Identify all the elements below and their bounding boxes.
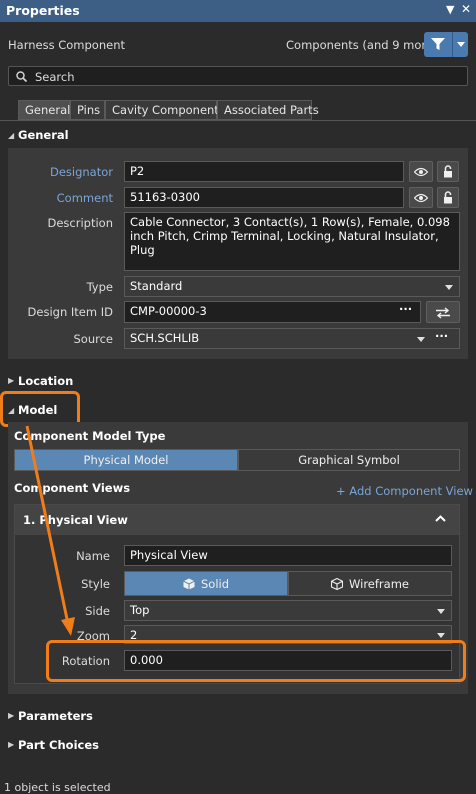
eye-icon	[413, 167, 429, 177]
solid-cube-icon	[183, 578, 195, 590]
type-select[interactable]: Standard	[124, 276, 460, 297]
design-item-label: Design Item ID	[27, 305, 113, 319]
graphical-symbol-toggle[interactable]: Graphical Symbol	[238, 449, 460, 471]
lock-icon	[444, 191, 452, 204]
physical-view-title: 1. Physical View	[23, 513, 128, 527]
chevron-down-icon	[437, 633, 445, 638]
chevron-down-icon	[445, 285, 453, 290]
section-parameters-heading[interactable]: Parameters	[18, 709, 93, 723]
comment-label: Comment	[56, 191, 113, 205]
tab-pins[interactable]: Pins	[70, 100, 105, 120]
filter-button[interactable]	[424, 32, 452, 57]
close-icon[interactable]: ✕	[461, 2, 471, 16]
comment-visibility-button[interactable]	[409, 187, 433, 208]
component-model-type-heading: Component Model Type	[14, 429, 166, 443]
physical-model-toggle[interactable]: Physical Model	[14, 449, 238, 471]
description-label: Description	[47, 216, 114, 230]
funnel-icon	[431, 38, 445, 50]
swap-design-item-button[interactable]	[426, 301, 460, 323]
design-item-field[interactable]: CMP-00000-3 ···	[124, 301, 421, 323]
add-component-view-link[interactable]: + Add Component View	[336, 484, 473, 498]
comment-lock-button[interactable]	[437, 187, 459, 208]
lock-icon	[444, 165, 452, 178]
tab-associated-parts[interactable]: Associated Parts	[217, 100, 319, 120]
designator-field[interactable]: P2	[124, 161, 404, 182]
design-item-value: CMP-00000-3	[130, 304, 207, 318]
chevron-down-icon	[437, 609, 445, 614]
tab-cavity-components[interactable]: Cavity Components	[105, 100, 225, 120]
designator-label: Designator	[49, 165, 113, 179]
component-kind: Harness Component	[8, 38, 125, 52]
rotation-highlight-box	[46, 640, 466, 682]
ellipsis-icon[interactable]: ···	[435, 329, 448, 343]
side-select[interactable]: Top	[124, 600, 452, 621]
expand-triangle-icon[interactable]: ▶	[8, 376, 14, 385]
comment-field[interactable]: 51163-0300	[124, 187, 404, 208]
designator-visibility-button[interactable]	[409, 161, 433, 182]
style-solid-toggle[interactable]: Solid	[124, 571, 288, 596]
status-text: 1 object is selected	[4, 781, 111, 794]
panel-title: Properties	[6, 3, 80, 18]
side-value: Top	[130, 603, 150, 617]
search-icon	[16, 71, 27, 82]
source-value: SCH.SCHLIB	[130, 331, 200, 345]
section-part-choices-heading[interactable]: Part Choices	[18, 738, 99, 752]
description-field[interactable]: Cable Connector, 3 Contact(s), 1 Row(s),…	[124, 212, 460, 271]
panel-titlebar: Properties ▼ ✕	[0, 0, 476, 22]
source-select[interactable]: SCH.SCHLIB ···	[124, 328, 460, 349]
chevron-down-icon	[457, 42, 465, 47]
swap-arrows-icon	[436, 307, 450, 319]
type-value: Standard	[130, 279, 183, 293]
style-wireframe-label: Wireframe	[349, 577, 409, 591]
ellipsis-icon[interactable]: ···	[399, 302, 412, 316]
style-label: Style	[81, 577, 110, 591]
search-box[interactable]	[8, 66, 468, 86]
eye-icon	[413, 193, 429, 203]
section-general-heading[interactable]: General	[18, 128, 69, 142]
tab-divider	[0, 120, 476, 121]
physical-view-card-header[interactable]: 1. Physical View	[15, 505, 459, 535]
type-label: Type	[86, 280, 113, 294]
filter-dropdown-button[interactable]	[452, 32, 468, 57]
search-input[interactable]	[35, 70, 455, 84]
view-name-label: Name	[76, 549, 110, 563]
tab-general[interactable]: General	[18, 100, 70, 120]
components-filter-label: Components (and 9 more)	[286, 38, 438, 52]
expand-triangle-icon[interactable]: ▶	[8, 711, 14, 720]
designator-lock-button[interactable]	[437, 161, 459, 182]
component-views-heading: Component Views	[14, 481, 131, 495]
wireframe-cube-icon	[330, 577, 344, 591]
source-label: Source	[73, 332, 114, 346]
section-location-heading[interactable]: Location	[18, 374, 73, 388]
side-label: Side	[85, 604, 110, 618]
view-name-field[interactable]: Physical View	[124, 545, 452, 566]
style-wireframe-toggle[interactable]: Wireframe	[288, 571, 452, 596]
chevron-up-icon[interactable]	[435, 515, 446, 522]
collapse-triangle-icon[interactable]: ◢	[8, 131, 14, 140]
expand-triangle-icon[interactable]: ▶	[8, 740, 14, 749]
style-solid-label: Solid	[200, 577, 230, 591]
chevron-down-icon	[417, 337, 425, 342]
pin-icon[interactable]: ▼	[446, 3, 454, 16]
